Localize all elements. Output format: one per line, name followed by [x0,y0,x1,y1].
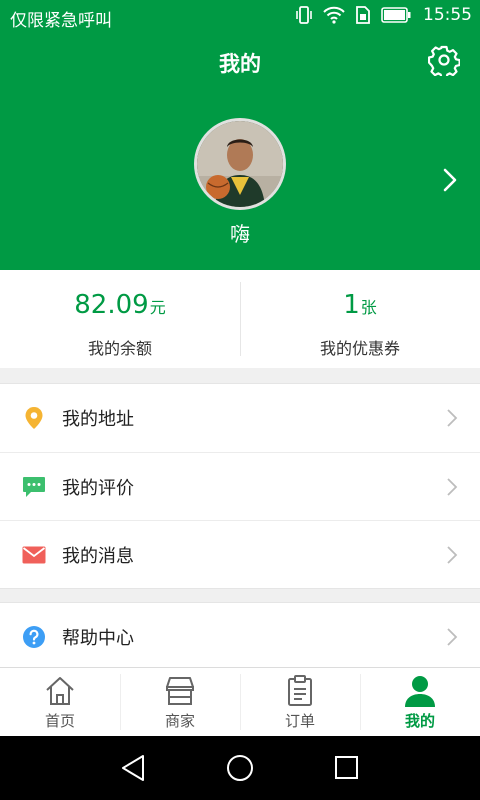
chevron-right-icon [447,546,458,564]
status-bar: 仅限紧急呼叫 15:55 [0,0,480,34]
tab-stores[interactable]: 商家 [120,668,240,736]
chevron-right-icon [447,409,458,427]
balance-amount: 82.09 [74,290,149,320]
system-nav-bar [0,736,480,800]
balance-label: 我的余额 [87,339,152,358]
wifi-icon [323,6,345,24]
nickname: 嗨 [230,222,250,246]
avatar-image [197,121,283,207]
bottom-tab-bar: 首页 商家 订单 我的 [0,667,480,736]
menu-item-label: 我的评价 [62,477,134,499]
status-icons: 15:55 [295,5,472,25]
menu-item-messages[interactable]: 我的消息 [0,520,480,588]
tab-label: 首页 [44,712,75,730]
chevron-right-icon [447,628,458,646]
page-title: 我的 [219,52,261,76]
menu-item-help[interactable]: 帮助中心 [0,603,480,671]
wallet-stats: 82.09元 我的余额 1张 我的优惠券 [0,270,480,368]
sim-icon [356,6,370,24]
menu-item-label: 帮助中心 [62,628,134,649]
coupon-stat[interactable]: 1张 我的优惠券 [240,270,480,368]
comment-icon [22,475,46,499]
avatar[interactable] [194,118,286,210]
menu-item-label: 我的地址 [62,409,134,430]
battery-icon [381,7,411,23]
balance-unit: 元 [149,298,166,317]
tab-label: 我的 [404,712,435,730]
tab-orders[interactable]: 订单 [240,668,360,736]
menu-group-help: 帮助中心 [0,602,480,672]
tab-profile[interactable]: 我的 [360,668,480,736]
tab-label: 订单 [284,712,315,730]
person-icon [405,676,435,707]
gear-icon[interactable] [428,44,460,76]
coupon-value: 1张 [240,288,480,325]
tab-label: 商家 [164,712,195,730]
store-icon [166,677,194,705]
balance-stat[interactable]: 82.09元 我的余额 [0,270,240,368]
vibrate-icon [296,6,312,24]
clock: 15:55 [423,5,472,25]
recent-apps-icon[interactable] [334,754,360,782]
carrier-text: 仅限紧急呼叫 [10,11,112,31]
help-icon [22,625,46,649]
home-circle-icon[interactable] [226,754,254,782]
menu-item-label: 我的消息 [62,545,134,567]
home-icon [46,677,74,705]
menu-group-account: 我的地址 我的评价 我的消息 [0,383,480,589]
tab-home[interactable]: 首页 [0,668,120,736]
coupon-count: 1 [343,290,360,320]
envelope-icon [22,543,46,567]
back-icon[interactable] [120,754,146,782]
location-pin-icon [22,406,46,430]
menu-item-address[interactable]: 我的地址 [0,384,480,452]
balance-value: 82.09元 [0,288,240,325]
chevron-right-icon [447,478,458,496]
coupon-unit: 张 [360,298,377,317]
profile-header: 我的 嗨 [0,34,480,270]
clipboard-icon [288,675,312,706]
coupon-label: 我的优惠券 [319,339,400,358]
menu-item-reviews[interactable]: 我的评价 [0,452,480,520]
chevron-right-icon[interactable] [440,166,460,194]
